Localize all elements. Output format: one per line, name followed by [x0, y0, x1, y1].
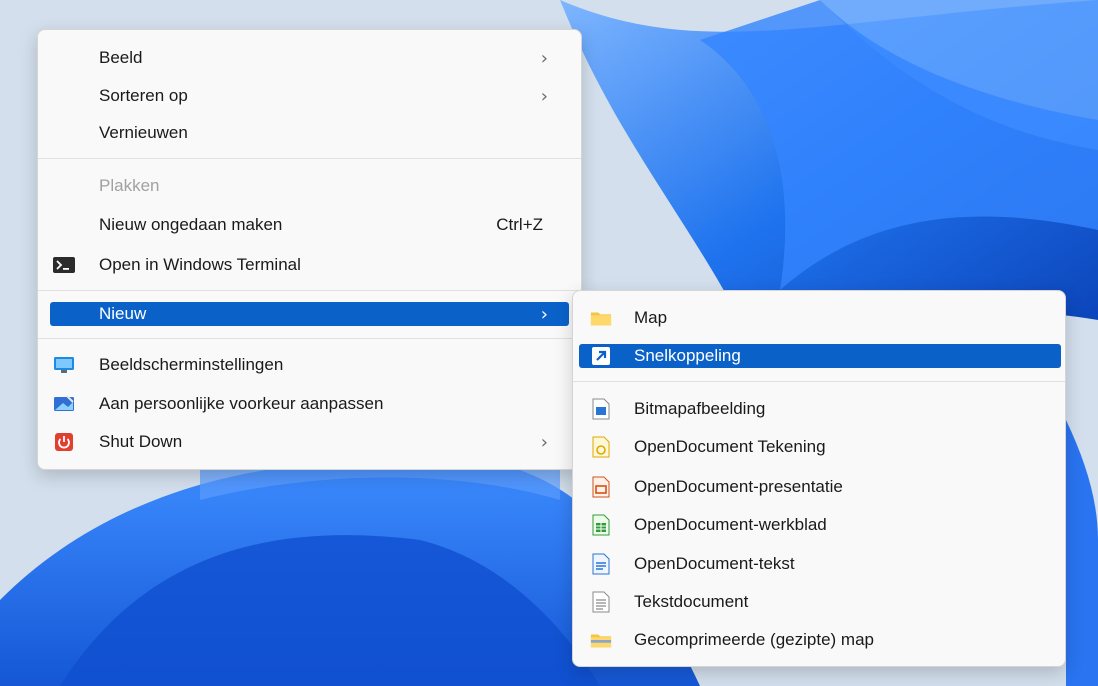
menu-item-label: Beeld	[99, 48, 143, 67]
submenu-item-opendocument-tekening[interactable]: OpenDocument Tekening	[579, 435, 1061, 459]
menu-item-label: Beeldscherminstellingen	[99, 355, 284, 374]
personalize-icon	[53, 393, 75, 415]
submenu-item-bitmap[interactable]: Bitmapafbeelding	[579, 397, 1061, 421]
shortcut-label: Ctrl+Z	[496, 215, 543, 234]
menu-separator	[38, 338, 581, 339]
menu-item-label: OpenDocument Tekening	[634, 437, 826, 456]
text-document-icon	[590, 591, 612, 613]
submenu-item-tekstdocument[interactable]: Tekstdocument	[579, 590, 1061, 614]
submenu-item-opendocument-werkblad[interactable]: OpenDocument-werkblad	[579, 513, 1061, 537]
display-settings-icon	[53, 354, 75, 376]
chevron-right-icon: ›	[540, 85, 548, 107]
menu-item-label: OpenDocument-tekst	[634, 554, 795, 573]
submenu-item-zip-folder[interactable]: Gecomprimeerde (gezipte) map	[579, 628, 1061, 652]
chevron-right-icon: ›	[540, 303, 548, 325]
menu-item-sorteren-op[interactable]: Sorteren op ›	[50, 84, 569, 108]
desktop[interactable]: Beeld › Sorteren op › Vernieuwen Plakken…	[0, 0, 1098, 686]
menu-item-label: Vernieuwen	[99, 123, 188, 142]
menu-item-label: Tekstdocument	[634, 592, 749, 611]
menu-item-vernieuwen[interactable]: Vernieuwen	[50, 121, 569, 145]
menu-item-plakken: Plakken	[50, 174, 569, 198]
terminal-icon	[53, 254, 75, 276]
menu-item-label: Snelkoppeling	[634, 346, 741, 365]
new-submenu: Map Snelkoppeling Bitmapafbeelding OpenD…	[572, 290, 1066, 667]
menu-item-open-terminal[interactable]: Open in Windows Terminal	[50, 253, 569, 277]
chevron-right-icon: ›	[540, 47, 548, 69]
zip-folder-icon	[590, 629, 612, 651]
desktop-context-menu: Beeld › Sorteren op › Vernieuwen Plakken…	[37, 29, 582, 470]
menu-item-display-settings[interactable]: Beeldscherminstellingen	[50, 353, 569, 377]
ods-icon	[590, 514, 612, 536]
submenu-item-snelkoppeling[interactable]: Snelkoppeling	[579, 344, 1061, 368]
menu-item-shut-down[interactable]: Shut Down ›	[50, 430, 569, 454]
folder-icon	[590, 307, 612, 329]
menu-item-label: Bitmapafbeelding	[634, 399, 766, 418]
menu-item-label: OpenDocument-werkblad	[634, 515, 827, 534]
odp-icon	[590, 476, 612, 498]
submenu-item-map[interactable]: Map	[579, 306, 1061, 330]
menu-item-beeld[interactable]: Beeld ›	[50, 46, 569, 70]
menu-item-label: Gecomprimeerde (gezipte) map	[634, 630, 874, 649]
menu-separator	[38, 290, 581, 291]
shortcut-icon	[590, 345, 612, 367]
menu-item-label: Nieuw	[99, 304, 147, 323]
menu-item-undo[interactable]: Nieuw ongedaan maken Ctrl+Z	[50, 213, 569, 237]
menu-item-nieuw[interactable]: Nieuw ›	[50, 302, 569, 326]
menu-item-label: Plakken	[99, 176, 160, 195]
menu-item-label: Shut Down	[99, 432, 183, 451]
menu-item-label: Open in Windows Terminal	[99, 255, 301, 274]
menu-item-label: Aan persoonlijke voorkeur aanpassen	[99, 394, 384, 413]
menu-item-label: OpenDocument-presentatie	[634, 477, 843, 496]
menu-item-personalize[interactable]: Aan persoonlijke voorkeur aanpassen	[50, 392, 569, 416]
menu-item-label: Nieuw ongedaan maken	[99, 215, 283, 234]
menu-item-label: Sorteren op	[99, 86, 188, 105]
submenu-item-opendocument-presentatie[interactable]: OpenDocument-presentatie	[579, 475, 1061, 499]
submenu-item-opendocument-tekst[interactable]: OpenDocument-tekst	[579, 552, 1061, 576]
odg-icon	[590, 436, 612, 458]
menu-separator	[38, 158, 581, 159]
menu-separator	[573, 381, 1065, 382]
odt-icon	[590, 553, 612, 575]
bitmap-icon	[590, 398, 612, 420]
menu-item-label: Map	[634, 308, 668, 327]
power-icon	[53, 431, 75, 453]
chevron-right-icon: ›	[540, 431, 548, 453]
